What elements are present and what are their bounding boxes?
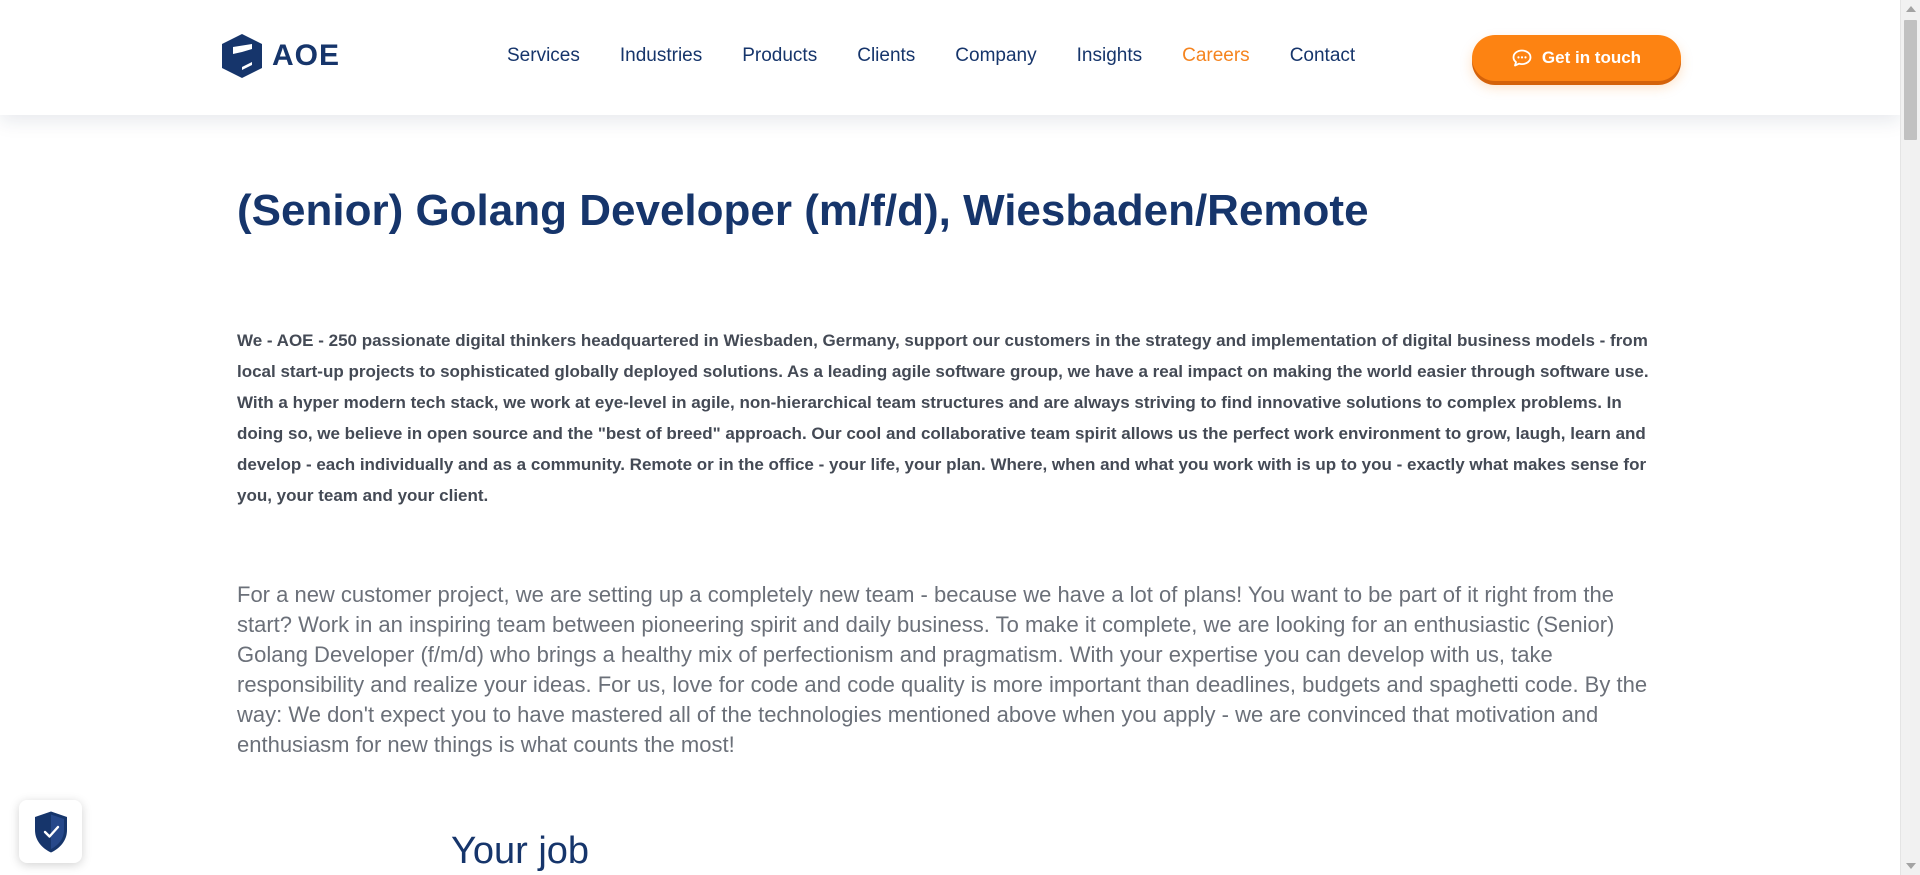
site-header: AOE Services Industries Products Clients… (0, 0, 1900, 115)
get-in-touch-button[interactable]: Get in touch (1472, 35, 1681, 81)
page-title: (Senior) Golang Developer (m/f/d), Wiesb… (237, 186, 1369, 235)
logo-shield-icon (222, 34, 262, 78)
page: AOE Services Industries Products Clients… (0, 0, 1900, 875)
section-title-your-job: Your job (451, 830, 590, 872)
nav-item-careers[interactable]: Careers (1182, 45, 1250, 67)
main-nav: Services Industries Products Clients Com… (507, 45, 1395, 67)
nav-item-contact[interactable]: Contact (1290, 45, 1355, 67)
company-intro: We - AOE - 250 passionate digital thinke… (237, 331, 1649, 505)
chat-bubble-icon (1512, 49, 1532, 67)
job-lead-paragraph: For a new customer project, we are setti… (237, 582, 1648, 757)
nav-item-insights[interactable]: Insights (1077, 45, 1142, 67)
get-in-touch-label: Get in touch (1541, 48, 1642, 67)
aoe-logo[interactable]: AOE (218, 32, 340, 80)
shield-check-icon (34, 811, 67, 852)
page-scrollbar[interactable] (1900, 0, 1920, 875)
nav-item-products[interactable]: Products (742, 45, 817, 67)
nav-item-company[interactable]: Company (955, 45, 1036, 67)
scroll-up-arrow-icon[interactable] (1906, 6, 1916, 12)
logo-text: AOE (272, 39, 341, 72)
nav-item-services[interactable]: Services (507, 45, 580, 67)
scroll-thumb[interactable] (1904, 20, 1917, 140)
nav-item-clients[interactable]: Clients (857, 45, 915, 67)
privacy-settings-button[interactable] (19, 800, 82, 863)
scroll-down-arrow-icon[interactable] (1906, 863, 1916, 869)
nav-item-industries[interactable]: Industries (620, 45, 702, 67)
